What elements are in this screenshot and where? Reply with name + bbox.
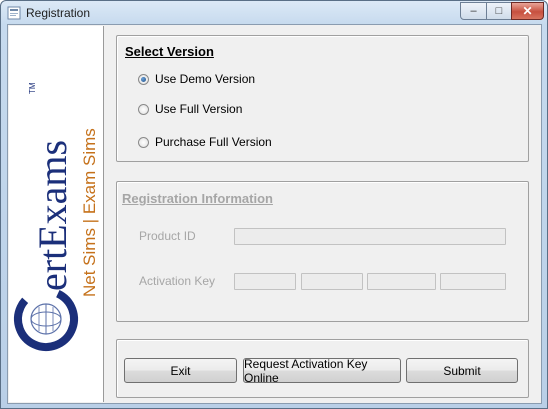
- radio-unchecked-icon: [138, 103, 149, 115]
- radio-use-demo-version[interactable]: Use Demo Version: [138, 72, 255, 86]
- radio-unchecked-icon: [138, 136, 149, 148]
- minimize-icon: –: [470, 5, 477, 17]
- actions-group: Exit Request Activation Key Online Submi…: [116, 339, 529, 398]
- radio-label: Purchase Full Version: [155, 135, 272, 149]
- activation-key-field-4[interactable]: [440, 273, 506, 290]
- product-id-field[interactable]: [234, 228, 506, 245]
- select-version-title: Select Version: [125, 44, 214, 59]
- activation-key-label: Activation Key: [139, 274, 216, 288]
- registration-information-group: Registration Information Product ID Acti…: [116, 181, 529, 322]
- radio-use-full-version[interactable]: Use Full Version: [138, 102, 242, 116]
- exit-button[interactable]: Exit: [124, 358, 237, 383]
- close-icon: ✕: [522, 4, 533, 18]
- activation-key-field-1[interactable]: [234, 273, 296, 290]
- activation-key-field-2[interactable]: [301, 273, 363, 290]
- radio-purchase-full-version[interactable]: Purchase Full Version: [138, 135, 272, 149]
- registration-window: Registration – □ ✕ ertExams TM Net Sims …: [0, 0, 548, 409]
- logo-trademark: TM: [28, 82, 37, 94]
- window-title: Registration: [26, 6, 91, 20]
- certexams-logo: ertExams TM Net Sims | Exam Sims: [14, 82, 99, 351]
- radio-checked-icon: [138, 73, 149, 85]
- request-activation-key-button[interactable]: Request Activation Key Online: [243, 357, 401, 385]
- radio-label: Use Demo Version: [155, 72, 256, 86]
- logo-brand-text: ertExams: [30, 140, 75, 291]
- close-button[interactable]: ✕: [511, 2, 544, 20]
- select-version-group: Select Version Use Demo Version Use Full…: [116, 35, 529, 162]
- app-icon: [7, 6, 21, 20]
- maximize-button[interactable]: □: [486, 2, 512, 20]
- logo-panel: ertExams TM Net Sims | Exam Sims: [9, 26, 104, 402]
- title-bar[interactable]: Registration – □ ✕: [1, 1, 547, 25]
- globe-logo-icon: [14, 287, 78, 351]
- radio-label: Use Full Version: [155, 102, 243, 116]
- activation-key-field-3[interactable]: [367, 273, 436, 290]
- logo-tagline: Net Sims | Exam Sims: [80, 128, 99, 297]
- submit-button[interactable]: Submit: [406, 358, 518, 383]
- product-id-label: Product ID: [139, 229, 196, 243]
- maximize-icon: □: [495, 5, 503, 17]
- minimize-button[interactable]: –: [460, 2, 487, 20]
- client-area: ertExams TM Net Sims | Exam Sims Select …: [7, 24, 542, 404]
- registration-information-title: Registration Information: [122, 191, 273, 206]
